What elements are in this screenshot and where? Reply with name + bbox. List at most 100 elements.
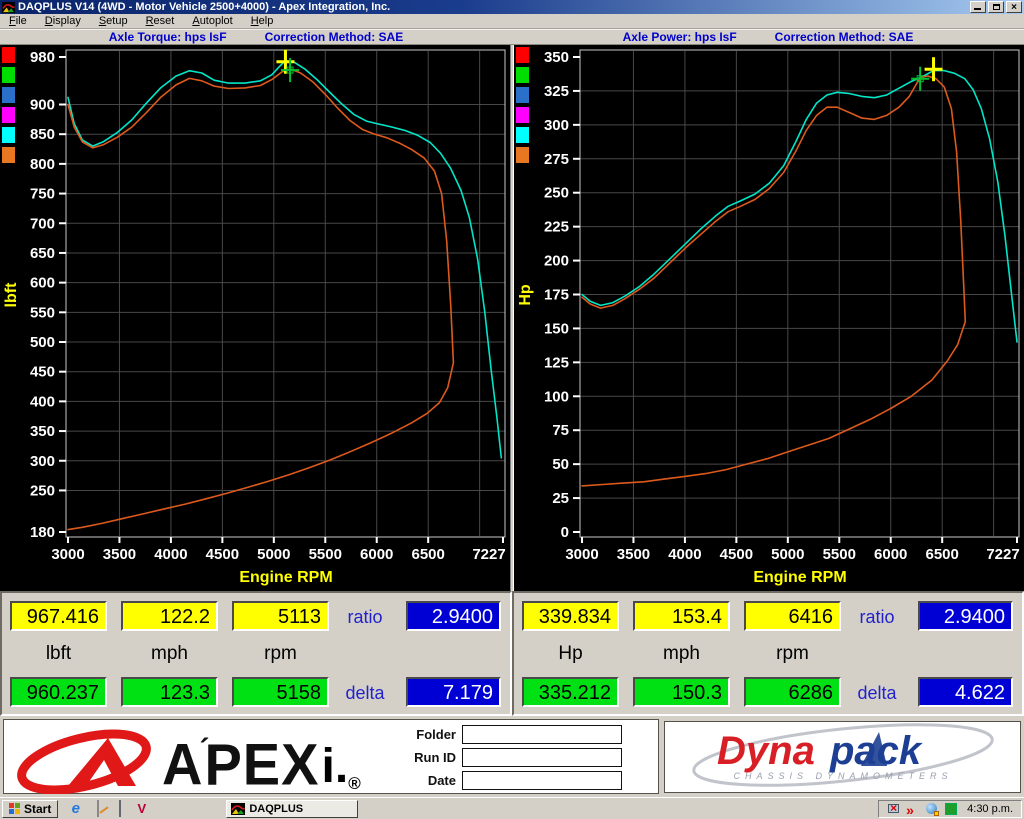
legend-swatch-3[interactable] [2, 107, 15, 123]
x-axis-label: Engine RPM [239, 569, 332, 586]
svg-text:25: 25 [552, 490, 569, 507]
minimize-button[interactable] [970, 1, 986, 13]
close-button[interactable]: × [1006, 1, 1022, 13]
mph-unit-label: mph [121, 643, 218, 665]
svg-text:5000: 5000 [771, 546, 804, 563]
x-axis-ticks: 300035004000450050005500600065007227 [51, 537, 505, 563]
taskbar-clock[interactable]: 4:30 p.m. [967, 803, 1013, 815]
internet-explorer-icon[interactable]: e [68, 801, 83, 816]
menu-help[interactable]: Help [242, 14, 283, 28]
torque-cursor2-rpm: 5158 [232, 677, 329, 707]
power-chart[interactable]: 3503253002752502252001751501251007550250… [514, 45, 1024, 591]
torque-chart[interactable]: 9809008508007507006506005505004504003503… [0, 45, 510, 591]
menu-autoplot[interactable]: Autoplot [183, 14, 241, 28]
svg-text:850: 850 [30, 126, 55, 143]
torque-cursor1-value: 967.416 [10, 601, 107, 631]
svg-text:900: 900 [30, 97, 55, 114]
torque-chart-title: Axle Torque: hps IsF [109, 30, 227, 44]
svg-text:3000: 3000 [565, 546, 598, 563]
legend-swatch-4[interactable] [2, 127, 15, 143]
taskbar: Start e V DAQPLUS × » 4:30 p.m. [0, 797, 1024, 819]
legend-swatch-2[interactable] [2, 87, 15, 103]
apex-emblem-icon [12, 726, 162, 794]
daqplus-task-button[interactable]: DAQPLUS [226, 800, 358, 818]
svg-text:4500: 4500 [206, 546, 239, 563]
svg-text:175: 175 [544, 287, 569, 304]
legend-swatch-2[interactable] [516, 87, 529, 103]
legend-swatch-5[interactable] [2, 147, 15, 163]
svg-text:4000: 4000 [668, 546, 701, 563]
svg-text:100: 100 [544, 388, 569, 405]
menu-file[interactable]: File [0, 14, 36, 28]
dynapack-logo: Dyna pack CHASSIS DYNAMOMETERS [665, 722, 1020, 792]
rpm-unit-label: rpm [744, 643, 841, 665]
svg-text:3500: 3500 [103, 546, 136, 563]
restore-button[interactable] [988, 1, 1004, 13]
svg-text:180: 180 [30, 524, 55, 541]
fast-forward-icon[interactable]: » [906, 802, 920, 816]
x-axis-label: Engine RPM [753, 569, 846, 586]
power-chart-plot[interactable]: 3503253002752502252001751501251007550250… [514, 45, 1024, 591]
power-ratio-value: 2.9400 [918, 601, 1013, 631]
run-info-fields: Folder Run ID Date [402, 725, 622, 794]
torque-chart-plot[interactable]: 9809008508007507006506005505004504003503… [0, 45, 510, 591]
svg-text:4500: 4500 [720, 546, 753, 563]
delta-label: delta [332, 683, 398, 704]
hp-unit-label: Hp [522, 643, 619, 665]
legend-swatch-0[interactable] [516, 47, 529, 63]
document-shortcut-icon[interactable] [112, 801, 127, 816]
svg-text:5000: 5000 [257, 546, 290, 563]
show-desktop-icon[interactable] [90, 801, 105, 816]
menu-setup[interactable]: Setup [90, 14, 137, 28]
torque-chart-header: Axle Torque: hps IsF Correction Method: S… [0, 29, 512, 45]
svg-text:225: 225 [544, 219, 569, 236]
legend-swatch-3[interactable] [516, 107, 529, 123]
app-status-icon[interactable] [944, 802, 958, 816]
run-id-input[interactable] [462, 748, 622, 767]
torque-readout-panel: 967.416 122.2 5113 ratio 2.9400 lbft mph… [0, 591, 512, 716]
svg-text:150: 150 [544, 320, 569, 337]
media-shortcut-icon[interactable]: V [134, 801, 149, 816]
svg-text:980: 980 [30, 49, 55, 66]
legend-swatch-1[interactable] [516, 67, 529, 83]
readout-panels: 967.416 122.2 5113 ratio 2.9400 lbft mph… [0, 591, 1024, 716]
y-axis-ticks: 3503253002752502252001751501251007550250 [544, 49, 580, 541]
window-titlebar[interactable]: DAQPLUS V14 (4WD - Motor Vehicle 2500+40… [0, 0, 1024, 14]
menu-display[interactable]: Display [36, 14, 90, 28]
menu-reset[interactable]: Reset [137, 14, 184, 28]
svg-text:4000: 4000 [154, 546, 187, 563]
svg-text:250: 250 [30, 482, 55, 499]
start-button[interactable]: Start [2, 800, 58, 818]
folder-input[interactable] [462, 725, 622, 744]
power-cursor2-mph: 150.3 [633, 677, 730, 707]
legend-swatch-5[interactable] [516, 147, 529, 163]
svg-text:0: 0 [561, 524, 569, 541]
cursor-yellow[interactable] [925, 57, 943, 81]
power-cursor2-rpm: 6286 [744, 677, 841, 707]
y-axis-ticks: 9809008508007507006506005505004504003503… [30, 49, 66, 541]
svg-text:6500: 6500 [411, 546, 444, 563]
svg-text:550: 550 [30, 304, 55, 321]
y-axis-label: Hp [517, 284, 534, 306]
network-status-icon[interactable] [925, 802, 939, 816]
svg-text:7227: 7227 [472, 546, 505, 563]
power-cursor1-rpm: 6416 [744, 601, 841, 631]
svg-text:300: 300 [544, 117, 569, 134]
torque-delta-value: 7.179 [406, 677, 501, 707]
display-error-icon[interactable]: × [887, 802, 901, 816]
legend-swatch-0[interactable] [2, 47, 15, 63]
date-input[interactable] [462, 771, 622, 790]
folder-label: Folder [402, 727, 456, 742]
footer: A´PEX i. ® Folder Run ID Date [0, 716, 1024, 797]
svg-text:325: 325 [544, 83, 569, 100]
legend-swatch-1[interactable] [2, 67, 15, 83]
torque-correction-method: Correction Method: SAE [265, 30, 404, 44]
torque-run-orange [68, 69, 453, 363]
messenger-icon[interactable] [156, 801, 171, 816]
power-chart-legend [516, 47, 530, 167]
torque-ratio-value: 2.9400 [406, 601, 501, 631]
legend-swatch-4[interactable] [516, 127, 529, 143]
svg-text:pack: pack [829, 729, 923, 773]
svg-text:5500: 5500 [309, 546, 342, 563]
power-cursor1-mph: 153.4 [633, 601, 730, 631]
